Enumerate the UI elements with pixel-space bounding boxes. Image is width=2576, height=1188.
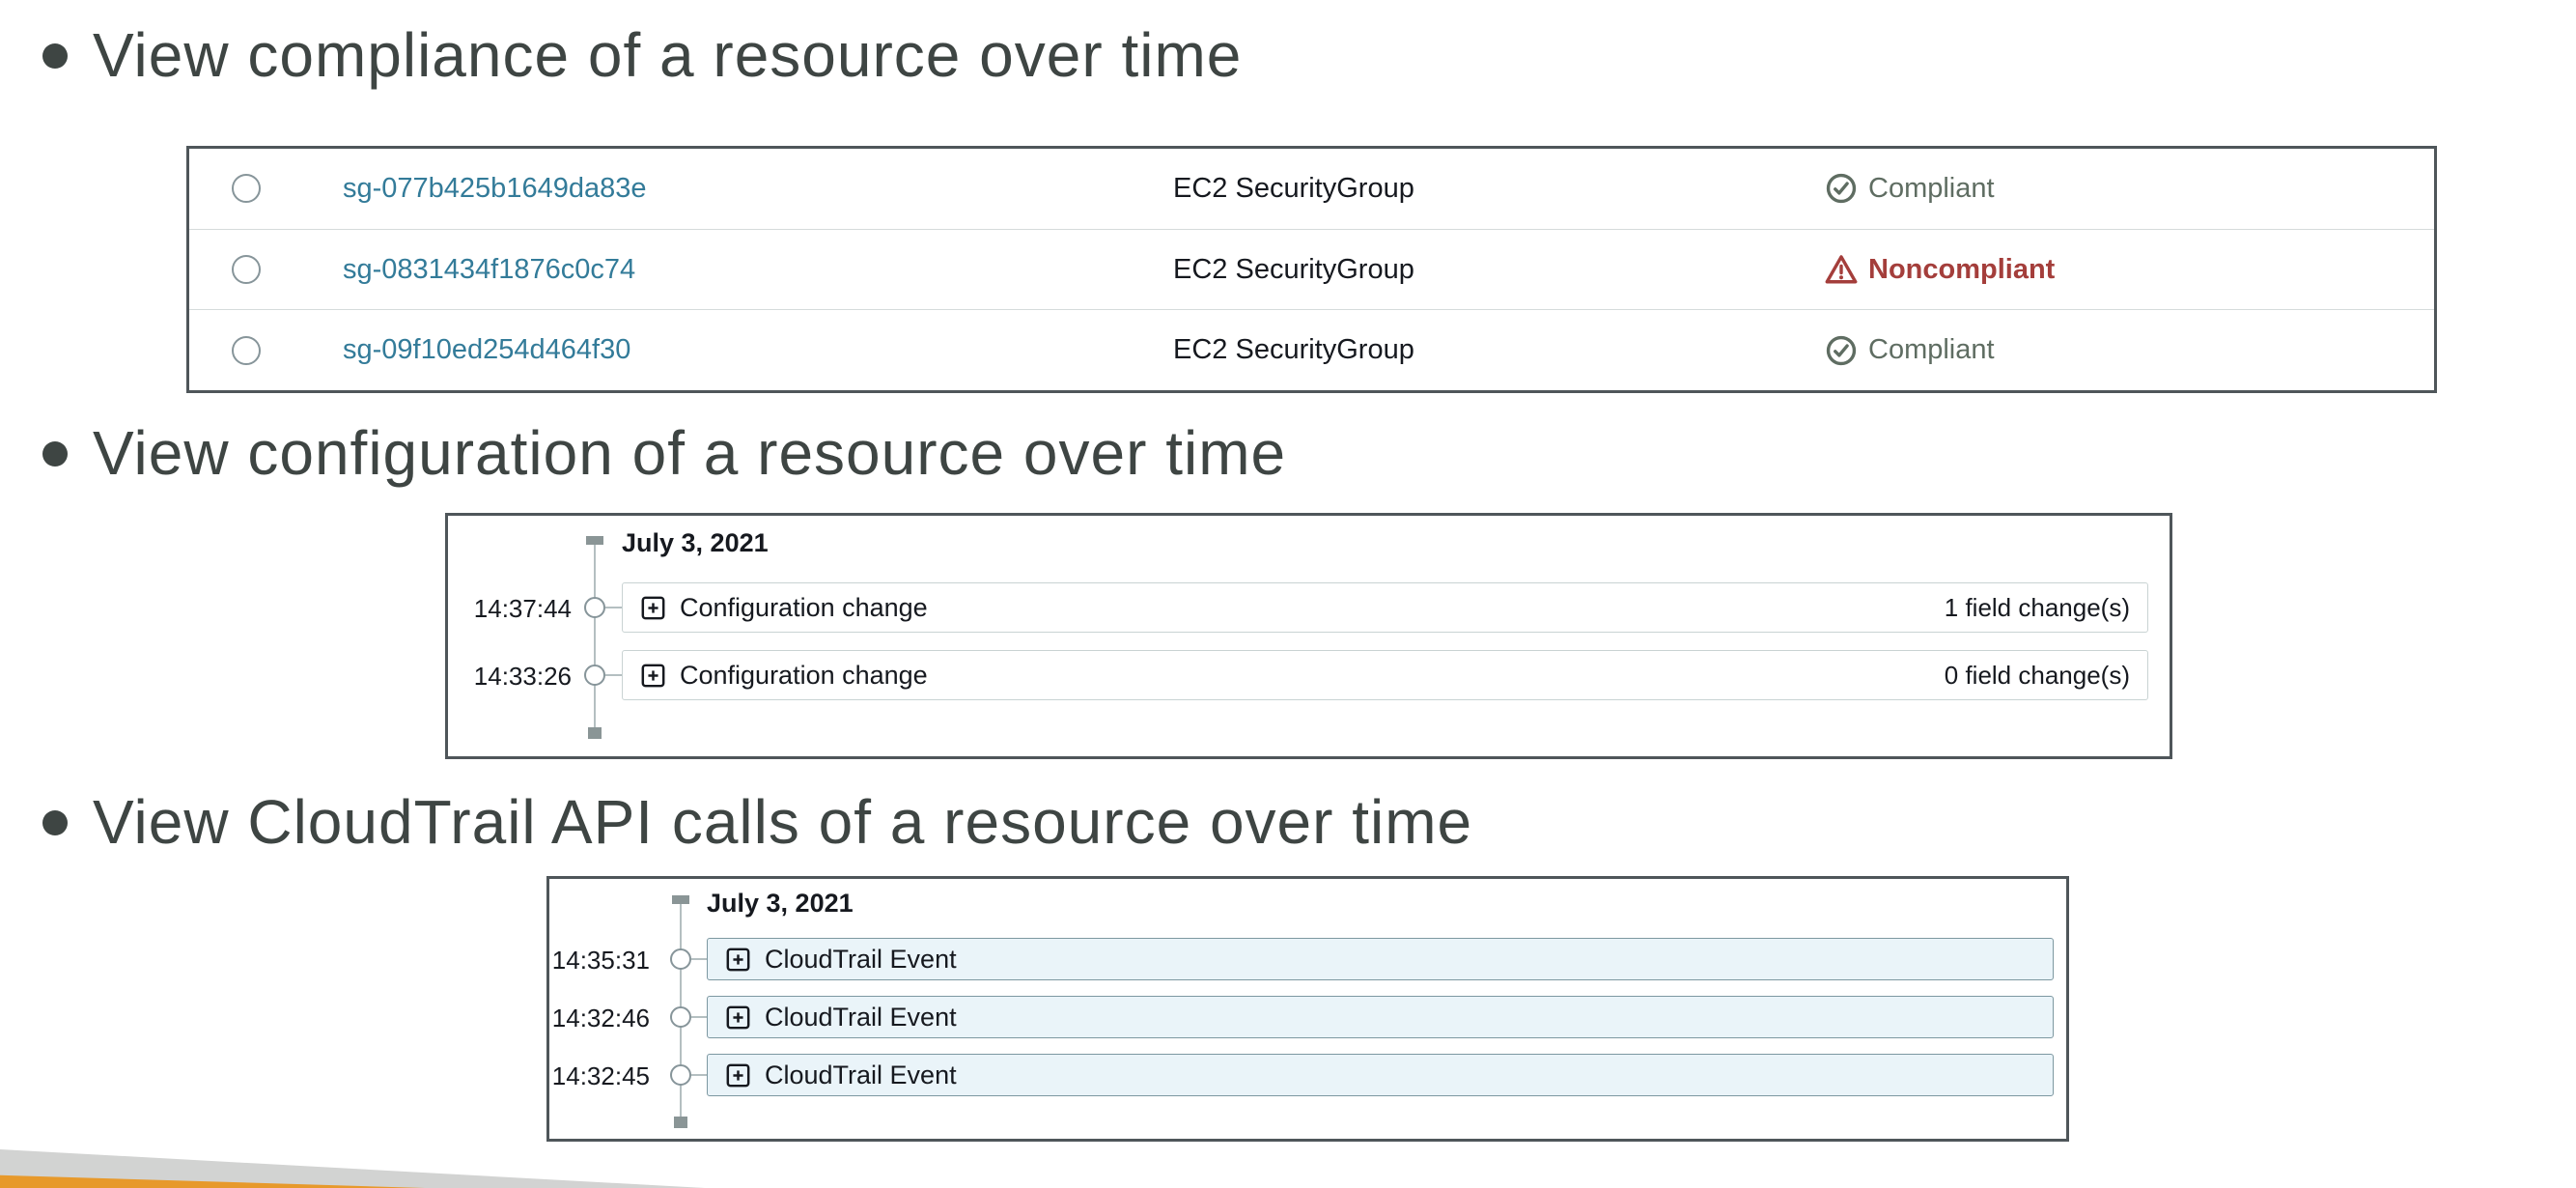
event-label: CloudTrail Event	[765, 1003, 957, 1032]
timeline-node	[670, 1064, 691, 1086]
compliance-table: sg-077b425b1649da83e EC2 SecurityGroup C…	[186, 146, 2437, 393]
event-label: Configuration change	[680, 661, 928, 691]
timeline-node	[584, 665, 605, 686]
table-row[interactable]: sg-077b425b1649da83e EC2 SecurityGroup C…	[189, 149, 2434, 229]
bullet-icon	[42, 43, 68, 69]
cloudtrail-timeline-panel: July 3, 2021 14:35:31 CloudTrail Event 1…	[546, 876, 2069, 1142]
table-row[interactable]: sg-09f10ed254d464f30 EC2 SecurityGroup C…	[189, 309, 2434, 390]
event-label: CloudTrail Event	[765, 945, 957, 975]
status-label: Compliant	[1868, 334, 1995, 366]
check-circle-icon	[1825, 172, 1858, 205]
status-label: Compliant	[1868, 173, 1995, 205]
event-label: CloudTrail Event	[765, 1061, 957, 1090]
bullet-icon	[42, 441, 68, 467]
resource-type-label: EC2 SecurityGroup	[1173, 173, 1414, 205]
radio-button[interactable]	[232, 336, 261, 365]
resource-id-link[interactable]: sg-09f10ed254d464f30	[343, 334, 630, 366]
expand-plus-icon[interactable]	[725, 1062, 751, 1089]
status-badge: Compliant	[1825, 172, 1995, 205]
status-label: Noncompliant	[1868, 254, 2055, 286]
timeline-line	[594, 542, 596, 733]
table-row[interactable]: sg-0831434f1876c0c74 EC2 SecurityGroup N…	[189, 229, 2434, 310]
timeline-node	[670, 948, 691, 970]
event-time-label: 14:32:46	[549, 1004, 650, 1033]
timeline-start-marker	[672, 895, 689, 904]
check-circle-icon	[1825, 334, 1858, 367]
event-time-label: 14:33:26	[448, 662, 572, 692]
slide-title-cloudtrail: View CloudTrail API calls of a resource …	[93, 788, 1472, 856]
expand-plus-icon[interactable]	[725, 947, 751, 973]
resource-type-label: EC2 SecurityGroup	[1173, 334, 1414, 366]
field-change-count: 1 field change(s)	[1945, 593, 2130, 623]
resource-type-label: EC2 SecurityGroup	[1173, 254, 1414, 286]
configuration-timeline-panel: July 3, 2021 14:37:44 Configuration chan…	[445, 513, 2172, 759]
configuration-change-card[interactable]: Configuration change 0 field change(s)	[622, 650, 2148, 700]
resource-id-link[interactable]: sg-077b425b1649da83e	[343, 173, 646, 205]
timeline-date-label: July 3, 2021	[707, 889, 854, 919]
slide-root: View compliance of a resource over time …	[0, 0, 2576, 1188]
timeline-date-label: July 3, 2021	[622, 528, 769, 558]
configuration-change-card[interactable]: Configuration change 1 field change(s)	[622, 582, 2148, 633]
timeline-node	[584, 597, 605, 618]
status-badge: Compliant	[1825, 334, 1995, 367]
event-label: Configuration change	[680, 593, 928, 623]
warning-triangle-icon	[1825, 253, 1858, 286]
radio-button[interactable]	[232, 174, 261, 203]
timeline-connector	[605, 607, 622, 608]
event-time-label: 14:32:45	[549, 1061, 650, 1091]
expand-plus-icon[interactable]	[640, 595, 666, 621]
timeline-connector	[691, 1016, 707, 1018]
slide-title-compliance: View compliance of a resource over time	[93, 21, 1242, 89]
timeline-node	[670, 1006, 691, 1028]
field-change-count: 0 field change(s)	[1945, 661, 2130, 691]
event-time-label: 14:35:31	[549, 946, 650, 976]
cloudtrail-event-card[interactable]: CloudTrail Event	[707, 938, 2054, 980]
timeline-connector	[691, 958, 707, 960]
radio-button[interactable]	[232, 255, 261, 284]
event-time-label: 14:37:44	[448, 594, 572, 624]
timeline-end-marker	[588, 727, 602, 739]
expand-plus-icon[interactable]	[640, 663, 666, 689]
timeline-start-marker	[586, 536, 603, 545]
status-badge: Noncompliant	[1825, 253, 2055, 286]
timeline-end-marker	[674, 1117, 687, 1128]
timeline-connector	[691, 1074, 707, 1076]
slide-title-configuration: View configuration of a resource over ti…	[93, 419, 1286, 487]
expand-plus-icon[interactable]	[725, 1004, 751, 1031]
cloudtrail-event-card[interactable]: CloudTrail Event	[707, 1054, 2054, 1096]
timeline-connector	[605, 674, 622, 676]
cloudtrail-event-card[interactable]: CloudTrail Event	[707, 996, 2054, 1038]
resource-id-link[interactable]: sg-0831434f1876c0c74	[343, 254, 635, 286]
bullet-icon	[42, 810, 68, 835]
